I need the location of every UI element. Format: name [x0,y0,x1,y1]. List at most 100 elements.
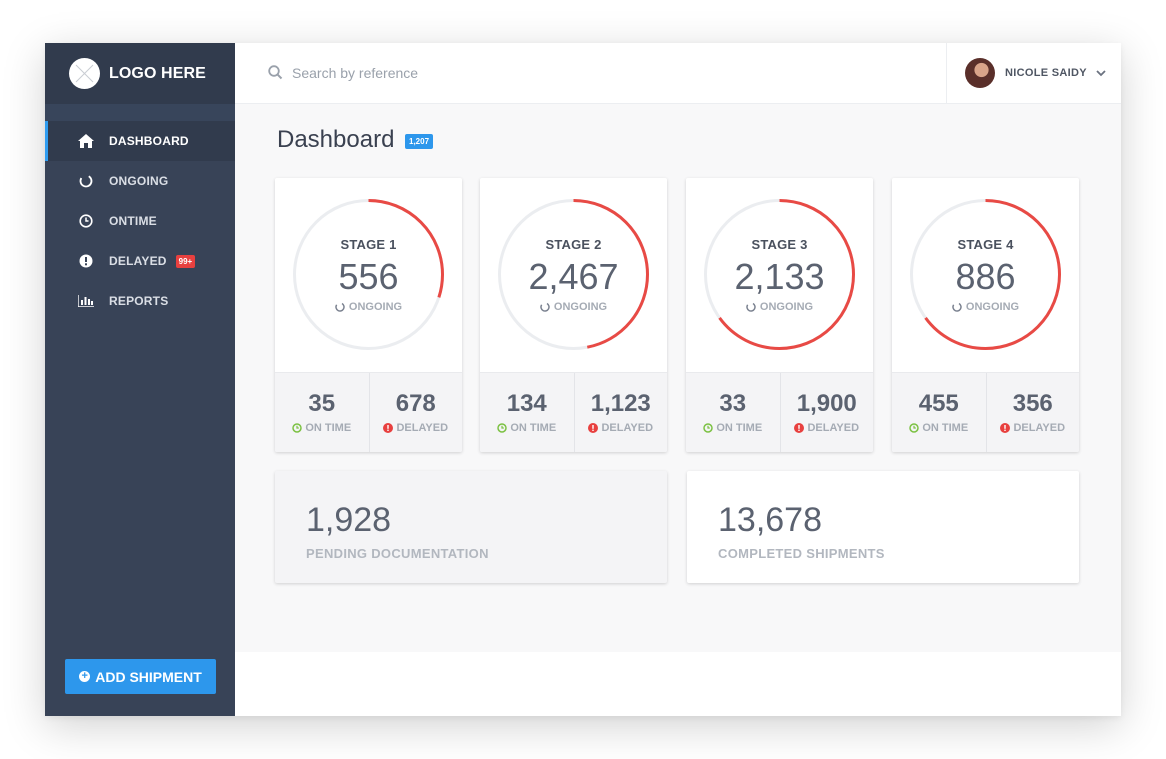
stage-label: STAGE 3 [751,237,808,252]
sidebar-item-dashboard[interactable]: DASHBOARD [45,121,235,161]
sidebar-divider [45,104,235,121]
delayed-stat[interactable]: 1,123 DELAYED [573,373,668,452]
delayed-count: 1,900 [796,390,857,417]
ongoing-icon [78,173,94,189]
home-icon [78,133,94,149]
user-name: NICOLE SAIDY [1005,67,1087,79]
pending-documentation-card[interactable]: 1,928 PENDING DOCUMENTATION [275,471,667,583]
stage-card[interactable]: STAGE 3 2,133 ONGOING 33 ON TIME 1,900 D… [686,178,873,452]
stage-footer: 35 ON TIME 678 DELAYED [275,372,462,452]
sidebar-nav: DASHBOARD ONGOING ONTIME DELAYED 99+ REP… [45,121,235,321]
stage-label: STAGE 4 [957,237,1014,252]
alert-icon [588,423,599,433]
ontime-count: 134 [506,390,547,417]
search-input[interactable] [292,62,692,84]
delayed-label-row: DELAYED [781,422,874,434]
summary-value: 13,678 [718,501,822,539]
sidebar: LOGO HERE DASHBOARD ONGOING ONTIME DELAY… [45,43,235,716]
stage-card[interactable]: STAGE 1 556 ONGOING 35 ON TIME 678 DELAY… [275,178,462,452]
summary-label: COMPLETED SHIPMENTS [718,546,885,561]
ontime-stat[interactable]: 134 ON TIME [480,373,574,452]
delayed-label: DELAYED [396,422,449,434]
clock-icon [78,213,94,229]
clock-icon [292,423,303,433]
delayed-count: 1,123 [590,390,651,417]
search-icon [268,65,283,85]
ontime-label-row: ON TIME [892,422,986,434]
stage-value: 886 [955,256,1016,297]
ontime-label: ON TIME [510,422,557,434]
ontime-label-row: ON TIME [275,422,369,434]
alert-icon [383,423,394,433]
delayed-stat[interactable]: 678 DELAYED [368,373,463,452]
stage-status-label: ONGOING [759,301,814,313]
delayed-label-row: DELAYED [370,422,463,434]
delayed-stat[interactable]: 356 DELAYED [985,373,1080,452]
clock-icon [909,423,920,433]
completed-shipments-card[interactable]: 13,678 COMPLETED SHIPMENTS [687,471,1079,583]
app-window: LOGO HERE DASHBOARD ONGOING ONTIME DELAY… [45,43,1121,716]
stage-value: 2,133 [734,256,825,297]
sidebar-item-delayed[interactable]: DELAYED 99+ [45,241,235,281]
delayed-label-row: DELAYED [987,422,1080,434]
ontime-label: ON TIME [716,422,763,434]
ontime-stat[interactable]: 35 ON TIME [275,373,369,452]
chevron-down-icon [1096,64,1106,82]
delayed-label: DELAYED [601,422,654,434]
stage-label: STAGE 2 [545,237,602,252]
total-count-badge: 1,207 [405,134,434,149]
sidebar-item-ongoing[interactable]: ONGOING [45,161,235,201]
clock-icon [497,423,508,433]
summary-label: PENDING DOCUMENTATION [306,546,489,561]
stage-label: STAGE 1 [340,237,397,252]
sidebar-item-label: REPORTS [109,294,169,308]
page-title: Dashboard [277,126,395,153]
stage-footer: 455 ON TIME 356 DELAYED [892,372,1079,452]
ontime-count: 455 [918,390,959,417]
main-content: Dashboard 1,207 STAGE 1 556 ONGOING 35 O… [235,104,1121,652]
alert-icon [78,253,94,269]
stage-value: 556 [338,256,399,297]
ontime-stat[interactable]: 33 ON TIME [686,373,780,452]
add-shipment-label: ADD SHIPMENT [95,668,202,685]
add-shipment-button[interactable]: + ADD SHIPMENT [65,659,216,694]
avatar [965,58,995,88]
delayed-count: 356 [1012,390,1053,417]
ongoing-icon [540,302,550,312]
sidebar-item-ontime[interactable]: ONTIME [45,201,235,241]
sidebar-item-label: DELAYED [109,254,167,268]
top-bar: NICOLE SAIDY [235,43,1121,104]
alert-icon [1000,423,1011,433]
stage-footer: 33 ON TIME 1,900 DELAYED [686,372,873,452]
alert-icon [794,423,805,433]
sidebar-item-reports[interactable]: REPORTS [45,281,235,321]
stage-status: ONGOING [686,301,873,313]
delayed-label-row: DELAYED [575,422,668,434]
ontime-count: 35 [308,390,336,417]
stage-status: ONGOING [480,301,667,313]
stage-status: ONGOING [275,301,462,313]
delayed-label: DELAYED [1013,422,1066,434]
ongoing-icon [746,302,756,312]
ontime-count: 33 [719,390,747,417]
clock-icon [703,423,714,433]
ontime-label: ON TIME [305,422,352,434]
delayed-count-badge: 99+ [175,254,196,268]
user-menu[interactable]: NICOLE SAIDY [946,43,1121,103]
plus-circle-icon: + [79,671,91,682]
delayed-stat[interactable]: 1,900 DELAYED [779,373,874,452]
sidebar-item-label: DASHBOARD [109,134,189,148]
ongoing-icon [335,302,345,312]
stage-footer: 134 ON TIME 1,123 DELAYED [480,372,667,452]
stage-status-label: ONGOING [553,301,608,313]
stage-card[interactable]: STAGE 4 886 ONGOING 455 ON TIME 356 DELA… [892,178,1079,452]
summary-value: 1,928 [306,501,392,539]
sidebar-header: LOGO HERE [45,43,235,104]
stage-card[interactable]: STAGE 2 2,467 ONGOING 134 ON TIME 1,123 [480,178,667,452]
bar-chart-icon [78,293,94,309]
stage-status-label: ONGOING [965,301,1020,313]
stage-status: ONGOING [892,301,1079,313]
ontime-label-row: ON TIME [480,422,574,434]
logo-icon [69,58,100,89]
ontime-stat[interactable]: 455 ON TIME [892,373,986,452]
